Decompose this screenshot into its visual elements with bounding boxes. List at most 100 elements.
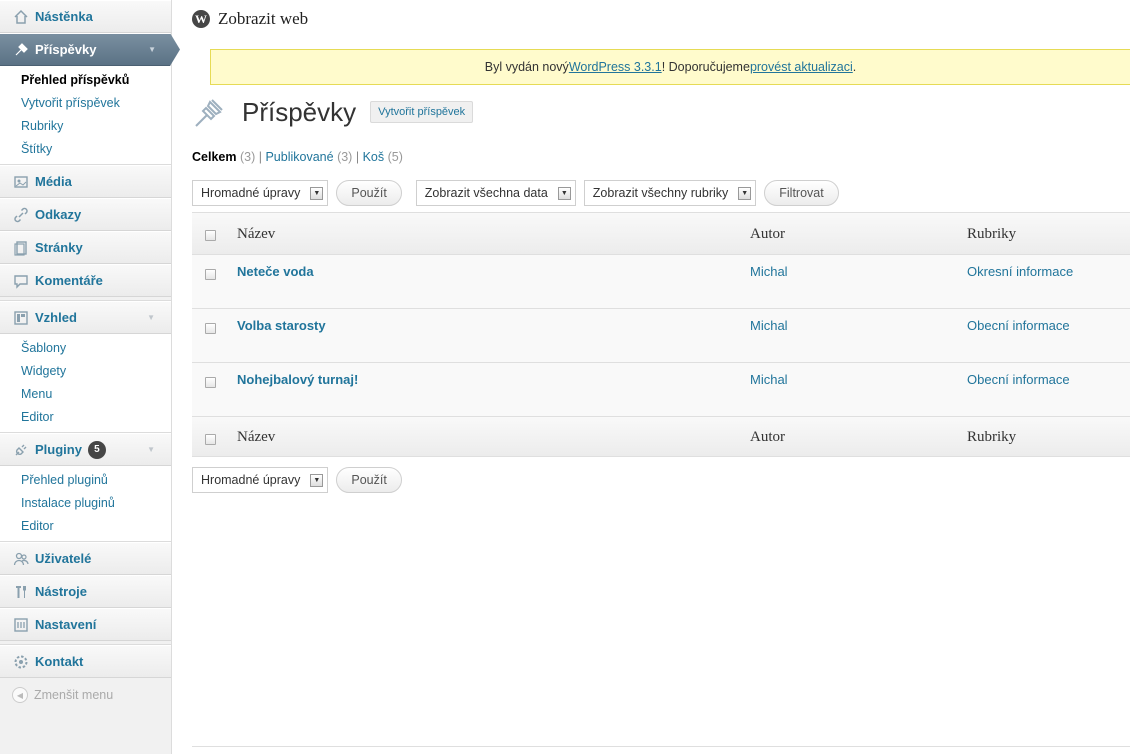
menu-plugins-label: Pluginy: [35, 442, 82, 457]
sidebar-item-theme-editor[interactable]: Editor: [0, 406, 171, 429]
chevron-down-icon: ▼: [147, 313, 155, 322]
menu-posts-label: Příspěvky: [35, 42, 97, 57]
menu-media[interactable]: Média: [0, 165, 171, 198]
pin-icon: [12, 41, 30, 59]
menu-settings[interactable]: Nastavení: [0, 608, 171, 641]
filter-all-link[interactable]: Celkem: [192, 150, 236, 164]
sidebar-item-themes[interactable]: Šablony: [0, 337, 171, 360]
date-filter-select[interactable]: Zobrazit všechna data ▼: [415, 180, 576, 206]
row-checkbox[interactable]: [205, 377, 216, 388]
menu-media-label: Média: [35, 174, 72, 189]
table-row: Nohejbalový turnaj! Michal Obecní inform…: [192, 363, 1130, 417]
footer-divider: [192, 746, 1130, 747]
menu-comments[interactable]: Komentáře: [0, 264, 171, 297]
wordpress-version-link[interactable]: WordPress 3.3.1: [569, 60, 662, 74]
update-now-link[interactable]: provést aktualizaci: [750, 60, 853, 74]
posts-table: Název Autor Rubriky Neteče voda Michal O…: [192, 212, 1130, 457]
post-author-link[interactable]: Michal: [750, 318, 788, 333]
appearance-submenu: Šablony Widgety Menu Editor: [0, 334, 171, 433]
filter-button[interactable]: Filtrovat: [764, 180, 839, 206]
select-all-checkbox[interactable]: [205, 230, 216, 241]
menu-pages[interactable]: Stránky: [0, 231, 171, 264]
menu-tools[interactable]: Nástroje: [0, 575, 171, 608]
notice-text: ! Doporučujeme: [661, 60, 750, 74]
collapse-menu-label: Zmenšit menu: [34, 688, 114, 702]
post-title-link[interactable]: Neteče voda: [237, 264, 314, 279]
column-categories-header: Rubriky: [967, 226, 1017, 242]
menu-users[interactable]: Uživatelé: [0, 542, 171, 575]
sidebar-item-all-posts[interactable]: Přehled příspěvků: [0, 69, 171, 92]
sidebar-item-widgets[interactable]: Widgety: [0, 360, 171, 383]
row-checkbox[interactable]: [205, 269, 216, 280]
menu-dashboard[interactable]: Nástěnka: [0, 0, 171, 33]
category-filter-select[interactable]: Zobrazit všechny rubriky ▼: [583, 180, 757, 206]
dropdown-arrow-icon: ▼: [310, 186, 324, 200]
apply-button-bottom[interactable]: Použít: [336, 467, 402, 493]
menu-dashboard-label: Nástěnka: [35, 9, 93, 24]
plug-icon: [12, 441, 30, 459]
row-checkbox[interactable]: [205, 323, 216, 334]
users-icon: [12, 550, 30, 568]
update-count-badge: 5: [87, 440, 106, 459]
post-category-link[interactable]: Obecní informace: [967, 318, 1070, 333]
post-author-link[interactable]: Michal: [750, 264, 788, 279]
dropdown-arrow-icon: ▼: [557, 186, 571, 200]
filter-trash-count: (5): [387, 150, 403, 164]
media-icon: [12, 173, 30, 191]
column-author-header: Autor: [750, 226, 785, 242]
pushpin-icon: [195, 99, 223, 127]
menu-appearance[interactable]: Vzhled ▼: [0, 301, 171, 334]
settings-icon: [12, 616, 30, 634]
table-footer-row: Název Autor Rubriky: [192, 417, 1130, 457]
page-title: Příspěvky: [242, 96, 357, 127]
sidebar-item-categories[interactable]: Rubriky: [0, 115, 171, 138]
wordpress-logo-icon: W: [192, 10, 210, 28]
collapse-menu-button[interactable]: ◀ Zmenšit menu: [0, 678, 171, 712]
link-icon: [12, 206, 30, 224]
apply-button[interactable]: Použít: [336, 180, 402, 206]
sidebar-item-menus[interactable]: Menu: [0, 383, 171, 406]
menu-tools-label: Nástroje: [35, 584, 88, 599]
collapse-arrow-icon: ◀: [12, 687, 28, 703]
appearance-icon: [12, 309, 30, 327]
sidebar-item-tags[interactable]: Štítky: [0, 138, 171, 161]
comment-icon: [12, 272, 30, 290]
menu-plugins[interactable]: Pluginy 5 ▼: [0, 433, 171, 466]
menu-appearance-label: Vzhled: [35, 310, 77, 325]
table-row: Neteče voda Michal Okresní informace: [192, 255, 1130, 309]
category-filter-value: Zobrazit všechny rubriky: [592, 186, 729, 200]
filter-separator: |: [355, 150, 360, 164]
sidebar-item-add-plugin[interactable]: Instalace pluginů: [0, 492, 171, 515]
admin-sidebar: Nástěnka Příspěvky ▼ Přehled příspěvků V…: [0, 0, 180, 754]
select-all-checkbox[interactable]: [205, 434, 216, 445]
post-title-link[interactable]: Volba starosty: [237, 318, 326, 333]
chevron-down-icon: ▼: [147, 445, 155, 454]
menu-comments-label: Komentáře: [35, 273, 103, 288]
post-category-link[interactable]: Okresní informace: [967, 264, 1073, 279]
sidebar-item-plugin-editor[interactable]: Editor: [0, 515, 171, 538]
page-heading: Příspěvky Vytvořit příspěvek: [192, 92, 474, 132]
view-site-link[interactable]: Zobrazit web: [218, 9, 308, 29]
bulk-actions-value: Hromadné úpravy: [201, 186, 301, 200]
dropdown-arrow-icon: ▼: [310, 473, 324, 487]
filter-published-link[interactable]: Publikované: [265, 150, 333, 164]
bulk-actions-select[interactable]: Hromadné úpravy ▼: [192, 180, 329, 206]
post-author-link[interactable]: Michal: [750, 372, 788, 387]
tablenav-top: Hromadné úpravy ▼ Použít Zobrazit všechn…: [192, 180, 853, 206]
post-category-link[interactable]: Obecní informace: [967, 372, 1070, 387]
menu-posts[interactable]: Příspěvky ▼: [0, 33, 180, 66]
update-notice: Byl vydán nový WordPress 3.3.1! Doporuču…: [210, 49, 1130, 85]
menu-links[interactable]: Odkazy: [0, 198, 171, 231]
add-new-post-button[interactable]: Vytvořit příspěvek: [370, 101, 474, 123]
menu-settings-label: Nastavení: [35, 617, 97, 632]
tablenav-bottom: Hromadné úpravy ▼ Použít: [192, 467, 416, 493]
sidebar-item-installed-plugins[interactable]: Přehled pluginů: [0, 469, 171, 492]
column-title-footer[interactable]: Název: [237, 429, 275, 446]
bulk-actions-select-bottom[interactable]: Hromadné úpravy ▼: [192, 467, 329, 493]
sidebar-item-add-post[interactable]: Vytvořit příspěvek: [0, 92, 171, 115]
filter-all-count: (3): [239, 150, 256, 164]
column-title-header[interactable]: Název: [237, 226, 275, 243]
menu-contact[interactable]: Kontakt: [0, 645, 171, 678]
filter-trash-link[interactable]: Koš: [363, 150, 385, 164]
post-title-link[interactable]: Nohejbalový turnaj!: [237, 372, 358, 387]
